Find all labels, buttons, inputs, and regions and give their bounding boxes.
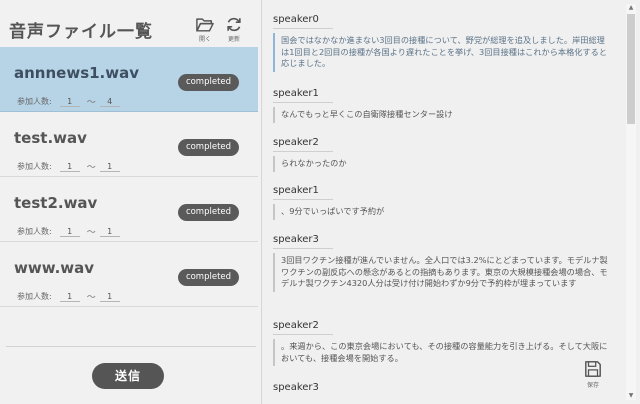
transcript-text[interactable]: 3回目ワクチン接種が進んでいません。全人口では3.2%にとどまっています。モデル… <box>273 253 613 292</box>
speaker-label: speaker0 <box>273 14 319 25</box>
file-list: annnews1.wav completed 参加人数: 1 〜 4 test.… <box>0 47 258 307</box>
participants-row: 参加人数: 1 〜 1 <box>17 290 120 303</box>
scroll-up-icon[interactable]: ▲ <box>626 4 636 12</box>
save-icon <box>585 361 601 377</box>
transcript-segment: speaker1 、9分でいっぱいです予約が <box>273 185 613 220</box>
divider <box>273 334 333 335</box>
divider <box>273 151 333 152</box>
file-name: www.wav <box>14 259 95 277</box>
scroll-thumb[interactable] <box>627 14 635 124</box>
max-participants-input[interactable]: 4 <box>99 97 120 107</box>
file-list-panel: 音声ファイル一覧 開く 更新 annnews1.wav completed 参加… <box>0 0 262 404</box>
divider <box>273 102 333 103</box>
participants-row: 参加人数: 1 〜 1 <box>17 225 120 238</box>
speaker-label: speaker2 <box>273 137 319 148</box>
speaker-label: speaker1 <box>273 185 319 196</box>
refresh-icon <box>227 17 241 32</box>
participants-label: 参加人数: <box>17 162 52 171</box>
divider <box>6 346 256 347</box>
divider <box>273 248 333 249</box>
min-participants-input[interactable]: 1 <box>59 97 80 107</box>
refresh-label: 更新 <box>227 36 240 43</box>
scrollbar[interactable]: ▲ ▼ <box>626 4 636 400</box>
open-label: 開く <box>198 36 211 43</box>
file-name: test2.wav <box>14 194 98 212</box>
transcript-segment: speaker3 3回目ワクチン接種が進んでいません。全人口では3.2%にとどま… <box>273 234 613 292</box>
speaker-label: speaker3 <box>273 382 319 393</box>
range-separator: 〜 <box>86 163 96 173</box>
range-separator: 〜 <box>86 98 96 108</box>
status-badge: completed <box>178 204 239 221</box>
save-label: 保存 <box>586 382 599 389</box>
participants-label: 参加人数: <box>17 227 52 236</box>
participants-row: 参加人数: 1 〜 4 <box>17 95 120 108</box>
file-name: test.wav <box>14 129 87 147</box>
transcript-panel[interactable]: speaker0 国会ではなかなか進まない3回目の接種について、野党が総理を追及… <box>263 0 640 404</box>
panel-title: 音声ファイル一覧 <box>9 22 153 42</box>
divider <box>273 28 333 29</box>
status-badge: completed <box>178 139 239 156</box>
min-participants-input[interactable]: 1 <box>59 227 80 237</box>
divider <box>273 199 333 200</box>
transcript-segment: speaker2 られなかったのか <box>273 137 613 172</box>
status-badge: completed <box>178 269 239 286</box>
save-button[interactable]: 保存 <box>581 360 605 392</box>
file-item[interactable]: test.wav completed 参加人数: 1 〜 1 <box>0 112 258 177</box>
participants-label: 参加人数: <box>17 292 52 301</box>
max-participants-input[interactable]: 1 <box>99 162 120 172</box>
speaker-label: speaker3 <box>273 234 319 245</box>
max-participants-input[interactable]: 1 <box>99 227 120 237</box>
send-button[interactable]: 送信 <box>92 363 164 389</box>
range-separator: 〜 <box>86 228 96 238</box>
participants-row: 参加人数: 1 〜 1 <box>17 160 120 173</box>
transcript-text[interactable]: られなかったのか <box>273 156 613 172</box>
transcript-segment: speaker1 なんでもっと早くこの自衛隊接種センター設け <box>273 88 613 123</box>
speaker-label: speaker1 <box>273 88 319 99</box>
participants-label: 参加人数: <box>17 97 52 106</box>
open-button[interactable]: 開く <box>193 16 217 46</box>
speaker-label: speaker2 <box>273 320 319 331</box>
transcript-segment: speaker2 。来週から、この東京会場においても、その接種の容量能力を引き上… <box>273 320 613 367</box>
file-item[interactable]: annnews1.wav completed 参加人数: 1 〜 4 <box>0 47 258 112</box>
file-item[interactable]: test2.wav completed 参加人数: 1 〜 1 <box>0 177 258 242</box>
transcript-text[interactable]: 、9分でいっぱいです予約が <box>273 204 613 220</box>
min-participants-input[interactable]: 1 <box>59 162 80 172</box>
min-participants-input[interactable]: 1 <box>59 292 80 302</box>
transcript-segment: speaker0 国会ではなかなか進まない3回目の接種について、野党が総理を追及… <box>273 14 613 72</box>
transcript-text[interactable]: 。来週から、この東京会場においても、その接種の容量能力を引き上げる。そして大阪に… <box>273 339 613 367</box>
transcript-segment: speaker3 <box>273 382 613 394</box>
transcript-text[interactable]: なんでもっと早くこの自衛隊接種センター設け <box>273 107 613 123</box>
scroll-down-icon[interactable]: ▼ <box>626 392 636 400</box>
file-item[interactable]: www.wav completed 参加人数: 1 〜 1 <box>0 242 258 307</box>
transcript-text[interactable]: 国会ではなかなか進まない3回目の接種について、野党が総理を追及しました。岸田総理… <box>273 33 613 72</box>
status-badge: completed <box>178 74 239 91</box>
refresh-button[interactable]: 更新 <box>222 16 246 46</box>
file-name: annnews1.wav <box>14 64 140 82</box>
max-participants-input[interactable]: 1 <box>99 292 120 302</box>
range-separator: 〜 <box>86 293 96 303</box>
folder-open-icon <box>196 18 214 32</box>
